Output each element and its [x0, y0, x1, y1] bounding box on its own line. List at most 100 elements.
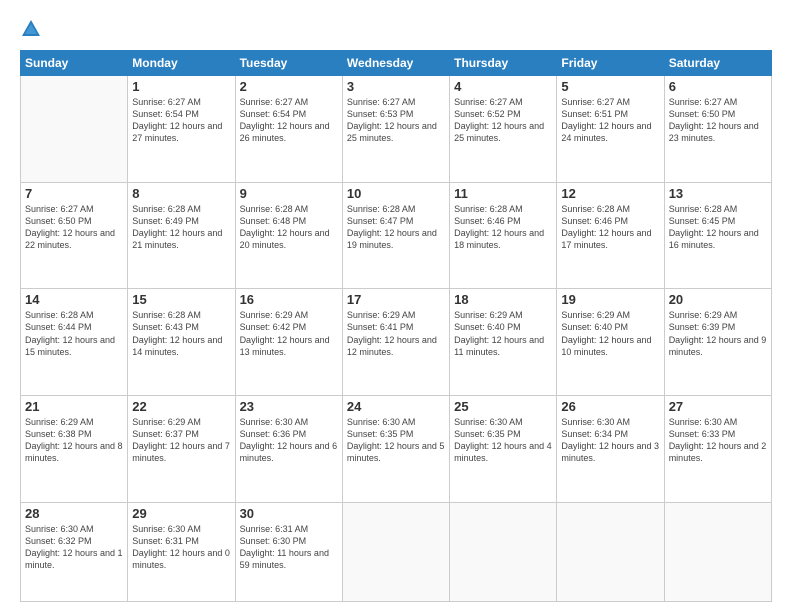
- day-number: 19: [561, 292, 659, 307]
- day-info: Sunrise: 6:30 AMSunset: 6:32 PMDaylight:…: [25, 523, 123, 572]
- day-info: Sunrise: 6:29 AMSunset: 6:42 PMDaylight:…: [240, 309, 338, 358]
- calendar-cell: 1 Sunrise: 6:27 AMSunset: 6:54 PMDaylight…: [128, 76, 235, 183]
- calendar-cell: 21 Sunrise: 6:29 AMSunset: 6:38 PMDayligh…: [21, 396, 128, 503]
- calendar-cell: 13 Sunrise: 6:28 AMSunset: 6:45 PMDayligh…: [664, 182, 771, 289]
- calendar-cell: 20Sunrise: 6:29 AMSunset: 6:39 PMDayligh…: [664, 289, 771, 396]
- day-number: 21: [25, 399, 123, 414]
- calendar-cell: 15Sunrise: 6:28 AMSunset: 6:43 PMDayligh…: [128, 289, 235, 396]
- calendar-week-row: 21 Sunrise: 6:29 AMSunset: 6:38 PMDayligh…: [21, 396, 772, 503]
- day-number: 26: [561, 399, 659, 414]
- day-number: 20: [669, 292, 767, 307]
- day-number: 8: [132, 186, 230, 201]
- day-number: 27: [669, 399, 767, 414]
- calendar-cell: 28Sunrise: 6:30 AMSunset: 6:32 PMDayligh…: [21, 502, 128, 601]
- calendar-cell: 30 Sunrise: 6:31 AMSunset: 6:30 PMDayligh…: [235, 502, 342, 601]
- day-number: 24: [347, 399, 445, 414]
- day-number: 25: [454, 399, 552, 414]
- day-number: 3: [347, 79, 445, 94]
- day-number: 23: [240, 399, 338, 414]
- day-info: Sunrise: 6:29 AMSunset: 6:41 PMDaylight:…: [347, 309, 445, 358]
- header: [20, 18, 772, 40]
- calendar-cell: 4 Sunrise: 6:27 AMSunset: 6:52 PMDaylight…: [450, 76, 557, 183]
- day-number: 4: [454, 79, 552, 94]
- calendar-cell: 11 Sunrise: 6:28 AMSunset: 6:46 PMDayligh…: [450, 182, 557, 289]
- day-number: 18: [454, 292, 552, 307]
- day-info: Sunrise: 6:28 AMSunset: 6:44 PMDaylight:…: [25, 309, 123, 358]
- calendar-cell: 16 Sunrise: 6:29 AMSunset: 6:42 PMDayligh…: [235, 289, 342, 396]
- day-info: Sunrise: 6:28 AMSunset: 6:48 PMDaylight:…: [240, 203, 338, 252]
- day-number: 29: [132, 506, 230, 521]
- logo-icon: [20, 18, 42, 40]
- day-number: 6: [669, 79, 767, 94]
- day-info: Sunrise: 6:30 AMSunset: 6:33 PMDaylight:…: [669, 416, 767, 465]
- day-info: Sunrise: 6:27 AMSunset: 6:50 PMDaylight:…: [25, 203, 123, 252]
- calendar-cell: 8 Sunrise: 6:28 AMSunset: 6:49 PMDaylight…: [128, 182, 235, 289]
- day-number: 11: [454, 186, 552, 201]
- day-number: 16: [240, 292, 338, 307]
- day-info: Sunrise: 6:27 AMSunset: 6:54 PMDaylight:…: [132, 96, 230, 145]
- calendar-cell: 24 Sunrise: 6:30 AMSunset: 6:35 PMDayligh…: [342, 396, 449, 503]
- day-info: Sunrise: 6:27 AMSunset: 6:53 PMDaylight:…: [347, 96, 445, 145]
- day-number: 15: [132, 292, 230, 307]
- calendar-week-row: 28Sunrise: 6:30 AMSunset: 6:32 PMDayligh…: [21, 502, 772, 601]
- logo: [20, 18, 44, 40]
- col-header-saturday: Saturday: [664, 51, 771, 76]
- day-number: 9: [240, 186, 338, 201]
- calendar-cell: 5 Sunrise: 6:27 AMSunset: 6:51 PMDaylight…: [557, 76, 664, 183]
- day-number: 1: [132, 79, 230, 94]
- day-info: Sunrise: 6:29 AMSunset: 6:40 PMDaylight:…: [454, 309, 552, 358]
- day-number: 14: [25, 292, 123, 307]
- day-info: Sunrise: 6:27 AMSunset: 6:52 PMDaylight:…: [454, 96, 552, 145]
- calendar-cell: [557, 502, 664, 601]
- calendar-cell: 2Sunrise: 6:27 AMSunset: 6:54 PMDaylight…: [235, 76, 342, 183]
- calendar-week-row: 1 Sunrise: 6:27 AMSunset: 6:54 PMDaylight…: [21, 76, 772, 183]
- calendar-cell: [21, 76, 128, 183]
- calendar-cell: 17 Sunrise: 6:29 AMSunset: 6:41 PMDayligh…: [342, 289, 449, 396]
- day-info: Sunrise: 6:30 AMSunset: 6:34 PMDaylight:…: [561, 416, 659, 465]
- col-header-friday: Friday: [557, 51, 664, 76]
- day-info: Sunrise: 6:30 AMSunset: 6:35 PMDaylight:…: [454, 416, 552, 465]
- day-info: Sunrise: 6:28 AMSunset: 6:47 PMDaylight:…: [347, 203, 445, 252]
- calendar-week-row: 14 Sunrise: 6:28 AMSunset: 6:44 PMDayligh…: [21, 289, 772, 396]
- day-number: 30: [240, 506, 338, 521]
- calendar-cell: 7 Sunrise: 6:27 AMSunset: 6:50 PMDaylight…: [21, 182, 128, 289]
- calendar-header-row: SundayMondayTuesdayWednesdayThursdayFrid…: [21, 51, 772, 76]
- calendar-cell: 12Sunrise: 6:28 AMSunset: 6:46 PMDayligh…: [557, 182, 664, 289]
- calendar-cell: [450, 502, 557, 601]
- day-info: Sunrise: 6:29 AMSunset: 6:38 PMDaylight:…: [25, 416, 123, 465]
- calendar-cell: 14 Sunrise: 6:28 AMSunset: 6:44 PMDayligh…: [21, 289, 128, 396]
- day-info: Sunrise: 6:30 AMSunset: 6:36 PMDaylight:…: [240, 416, 338, 465]
- day-info: Sunrise: 6:28 AMSunset: 6:49 PMDaylight:…: [132, 203, 230, 252]
- calendar-cell: 23 Sunrise: 6:30 AMSunset: 6:36 PMDayligh…: [235, 396, 342, 503]
- day-info: Sunrise: 6:30 AMSunset: 6:35 PMDaylight:…: [347, 416, 445, 465]
- day-info: Sunrise: 6:28 AMSunset: 6:46 PMDaylight:…: [454, 203, 552, 252]
- day-number: 10: [347, 186, 445, 201]
- calendar-cell: 10 Sunrise: 6:28 AMSunset: 6:47 PMDayligh…: [342, 182, 449, 289]
- calendar-cell: [664, 502, 771, 601]
- calendar-cell: 19Sunrise: 6:29 AMSunset: 6:40 PMDayligh…: [557, 289, 664, 396]
- day-number: 17: [347, 292, 445, 307]
- calendar-cell: 29 Sunrise: 6:30 AMSunset: 6:31 PMDayligh…: [128, 502, 235, 601]
- col-header-tuesday: Tuesday: [235, 51, 342, 76]
- calendar-cell: 18 Sunrise: 6:29 AMSunset: 6:40 PMDayligh…: [450, 289, 557, 396]
- day-number: 7: [25, 186, 123, 201]
- calendar-cell: 3 Sunrise: 6:27 AMSunset: 6:53 PMDaylight…: [342, 76, 449, 183]
- calendar-table: SundayMondayTuesdayWednesdayThursdayFrid…: [20, 50, 772, 602]
- page: SundayMondayTuesdayWednesdayThursdayFrid…: [0, 0, 792, 612]
- calendar-week-row: 7 Sunrise: 6:27 AMSunset: 6:50 PMDaylight…: [21, 182, 772, 289]
- calendar-cell: 6Sunrise: 6:27 AMSunset: 6:50 PMDaylight…: [664, 76, 771, 183]
- col-header-sunday: Sunday: [21, 51, 128, 76]
- col-header-wednesday: Wednesday: [342, 51, 449, 76]
- day-number: 13: [669, 186, 767, 201]
- day-info: Sunrise: 6:31 AMSunset: 6:30 PMDaylight:…: [240, 523, 338, 572]
- day-info: Sunrise: 6:29 AMSunset: 6:37 PMDaylight:…: [132, 416, 230, 465]
- day-info: Sunrise: 6:30 AMSunset: 6:31 PMDaylight:…: [132, 523, 230, 572]
- day-number: 5: [561, 79, 659, 94]
- calendar-cell: 26 Sunrise: 6:30 AMSunset: 6:34 PMDayligh…: [557, 396, 664, 503]
- day-info: Sunrise: 6:27 AMSunset: 6:51 PMDaylight:…: [561, 96, 659, 145]
- day-info: Sunrise: 6:28 AMSunset: 6:45 PMDaylight:…: [669, 203, 767, 252]
- calendar-cell: [342, 502, 449, 601]
- calendar-cell: 27 Sunrise: 6:30 AMSunset: 6:33 PMDayligh…: [664, 396, 771, 503]
- calendar-cell: 25 Sunrise: 6:30 AMSunset: 6:35 PMDayligh…: [450, 396, 557, 503]
- day-number: 22: [132, 399, 230, 414]
